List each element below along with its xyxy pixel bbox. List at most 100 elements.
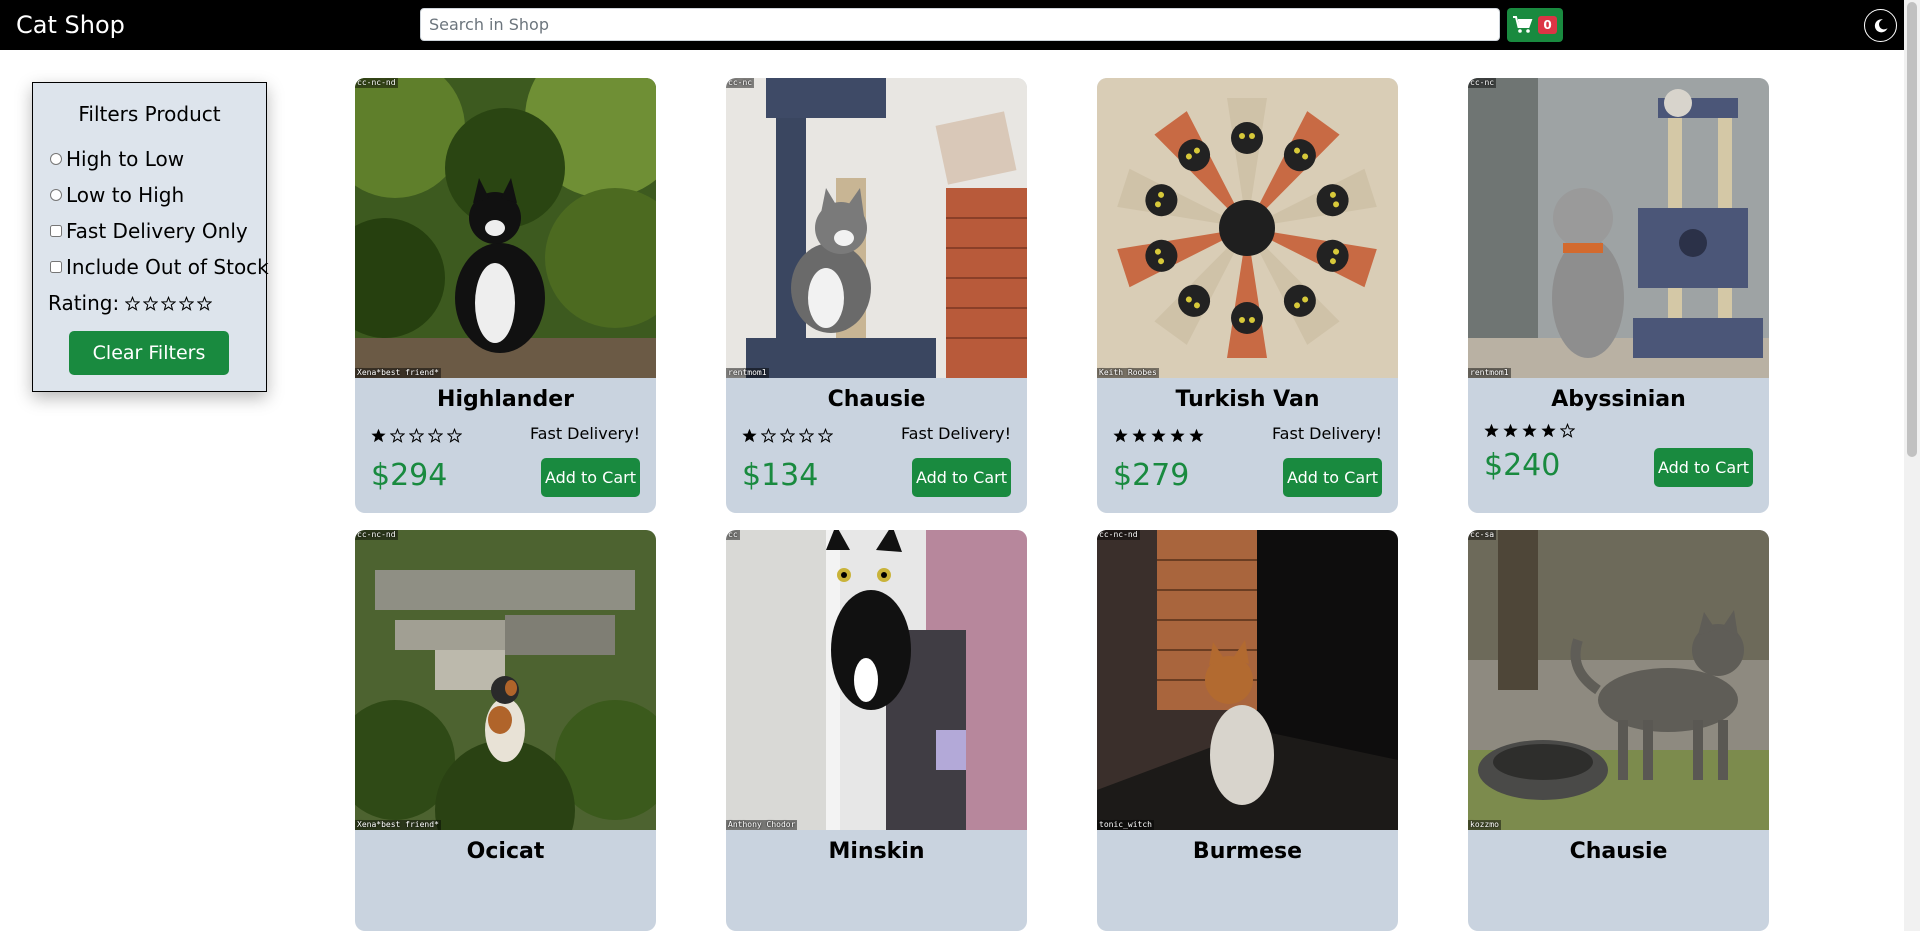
product-rating: [1484, 423, 1575, 438]
out-of-stock-checkbox[interactable]: [50, 261, 62, 273]
product-image[interactable]: cc-nc-nd Xena*best friend*: [355, 78, 656, 378]
product-image[interactable]: cc-nc rentmom1: [1468, 78, 1769, 378]
sort-low-to-high-label: Low to High: [66, 183, 185, 207]
star-filled-icon: [1189, 428, 1204, 443]
star-filled-icon: [742, 428, 757, 443]
rating-filter: Rating:: [48, 289, 213, 317]
product-card[interactable]: cc-nc rentmom1 Chausie Fast Delivery! $1…: [726, 78, 1027, 513]
product-name: Burmese: [1192, 839, 1303, 864]
product-card[interactable]: cc-nc-nd Xena*best friend* Highlander Fa…: [355, 78, 656, 513]
product-card[interactable]: cc-nc rentmom1 Abyssinian $240 Add to Ca…: [1468, 78, 1769, 513]
product-name: Highlander: [437, 387, 574, 412]
star-filled-icon: [371, 428, 386, 443]
image-author: tonic_witch: [1097, 820, 1154, 830]
rating-filter-label: Rating:: [48, 291, 120, 315]
star-empty-icon: [390, 428, 405, 443]
product-rating: [1113, 428, 1204, 443]
page-scrollbar[interactable]: [1904, 0, 1920, 931]
image-author: Xena*best friend*: [355, 820, 441, 830]
star-filled-icon: [1132, 428, 1147, 443]
add-to-cart-button[interactable]: Add to Cart: [1654, 448, 1753, 487]
out-of-stock-label: Include Out of Stock: [66, 255, 269, 279]
brand-logo[interactable]: Cat Shop: [16, 9, 125, 41]
sort-low-to-high[interactable]: Low to High: [48, 181, 184, 209]
cart-count-badge: 0: [1538, 16, 1557, 34]
navbar: Cat Shop 0: [0, 0, 1920, 50]
theme-toggle-button[interactable]: [1864, 9, 1897, 42]
product-card[interactable]: cc-nc-nd Xena*best friend* Ocicat $223 A…: [355, 530, 656, 931]
product-image[interactable]: cc Anthony Chodor: [726, 530, 1027, 830]
product-price: $134: [742, 458, 819, 493]
image-license: cc-nc: [726, 78, 755, 88]
product-rating: [742, 428, 833, 443]
star-filled-icon: [1484, 423, 1499, 438]
image-author: Xena*best friend*: [355, 368, 441, 378]
fast-delivery-filter[interactable]: Fast Delivery Only: [48, 217, 248, 245]
product-image[interactable]: cc-nc rentmom1: [726, 78, 1027, 378]
product-card[interactable]: cc-nc-nd tonic_witch Burmese $112 Add to…: [1097, 530, 1398, 931]
star-empty-icon: [761, 428, 776, 443]
image-author: rentmom1: [1468, 368, 1511, 378]
product-name: Chausie: [1569, 839, 1668, 864]
star-empty-icon: [197, 295, 213, 311]
image-author: Keith Roobes: [1097, 368, 1159, 378]
star-empty-icon: [179, 295, 195, 311]
product-rating: [371, 428, 462, 443]
add-to-cart-button[interactable]: Add to Cart: [541, 458, 640, 497]
product-image[interactable]: Keith Roobes: [1097, 78, 1398, 378]
fast-delivery-label: Fast Delivery!: [900, 424, 1011, 443]
product-name: Minskin: [828, 839, 925, 864]
product-image[interactable]: cc-nc-nd Xena*best friend*: [355, 530, 656, 830]
star-filled-icon: [1522, 423, 1537, 438]
star-empty-icon: [161, 295, 177, 311]
product-price: $240: [1484, 448, 1561, 483]
sort-high-to-low[interactable]: High to Low: [48, 145, 184, 173]
image-license: cc-nc-nd: [1097, 530, 1140, 540]
cart-button[interactable]: 0: [1507, 8, 1563, 42]
product-price: $279: [1113, 458, 1190, 493]
scrollbar-thumb[interactable]: [1907, 2, 1917, 457]
fast-delivery-label: Fast Delivery!: [529, 424, 640, 443]
star-filled-icon: [1541, 423, 1556, 438]
product-name: Ocicat: [466, 839, 545, 864]
product-card[interactable]: cc-sa kozzmo Chausie Fast Delivery! $226…: [1468, 530, 1769, 931]
fast-delivery-label: Fast Delivery Only: [66, 219, 248, 243]
clear-filters-button[interactable]: Clear Filters: [69, 331, 229, 375]
product-card[interactable]: cc Anthony Chodor Minskin $204 Add to Ca…: [726, 530, 1027, 931]
star-empty-icon: [780, 428, 795, 443]
star-empty-icon: [818, 428, 833, 443]
sort-high-to-low-label: High to Low: [66, 147, 185, 171]
moon-icon: [1874, 18, 1887, 32]
fast-delivery-checkbox[interactable]: [50, 225, 62, 237]
star-empty-icon: [1560, 423, 1575, 438]
star-empty-icon: [428, 428, 443, 443]
image-license: cc-nc-nd: [355, 530, 398, 540]
star-filled-icon: [1170, 428, 1185, 443]
sort-high-to-low-radio[interactable]: [50, 153, 62, 165]
product-card[interactable]: Keith Roobes Turkish Van Fast Delivery! …: [1097, 78, 1398, 513]
image-license: cc-sa: [1468, 530, 1497, 540]
add-to-cart-button[interactable]: Add to Cart: [912, 458, 1011, 497]
sort-low-to-high-radio[interactable]: [50, 189, 62, 201]
out-of-stock-filter[interactable]: Include Out of Stock: [48, 253, 269, 281]
star-filled-icon: [1151, 428, 1166, 443]
product-name: Abyssinian: [1551, 387, 1686, 412]
star-empty-icon: [143, 295, 159, 311]
star-empty-icon: [125, 295, 141, 311]
image-license: cc-nc: [1468, 78, 1497, 88]
product-image[interactable]: cc-nc-nd tonic_witch: [1097, 530, 1398, 830]
add-to-cart-button[interactable]: Add to Cart: [1283, 458, 1382, 497]
image-author: rentmom1: [726, 368, 769, 378]
product-image[interactable]: cc-sa kozzmo: [1468, 530, 1769, 830]
star-empty-icon: [799, 428, 814, 443]
rating-filter-stars[interactable]: [125, 295, 213, 311]
filters-panel: Filters Product High to Low Low to High …: [32, 82, 269, 392]
star-empty-icon: [447, 428, 462, 443]
search-input[interactable]: [420, 8, 1500, 41]
product-name: Turkish Van: [1175, 387, 1320, 412]
star-filled-icon: [1503, 423, 1518, 438]
image-author: kozzmo: [1468, 820, 1501, 830]
image-license: cc-nc-nd: [355, 78, 398, 88]
fast-delivery-label: Fast Delivery!: [1271, 424, 1382, 443]
star-empty-icon: [409, 428, 424, 443]
